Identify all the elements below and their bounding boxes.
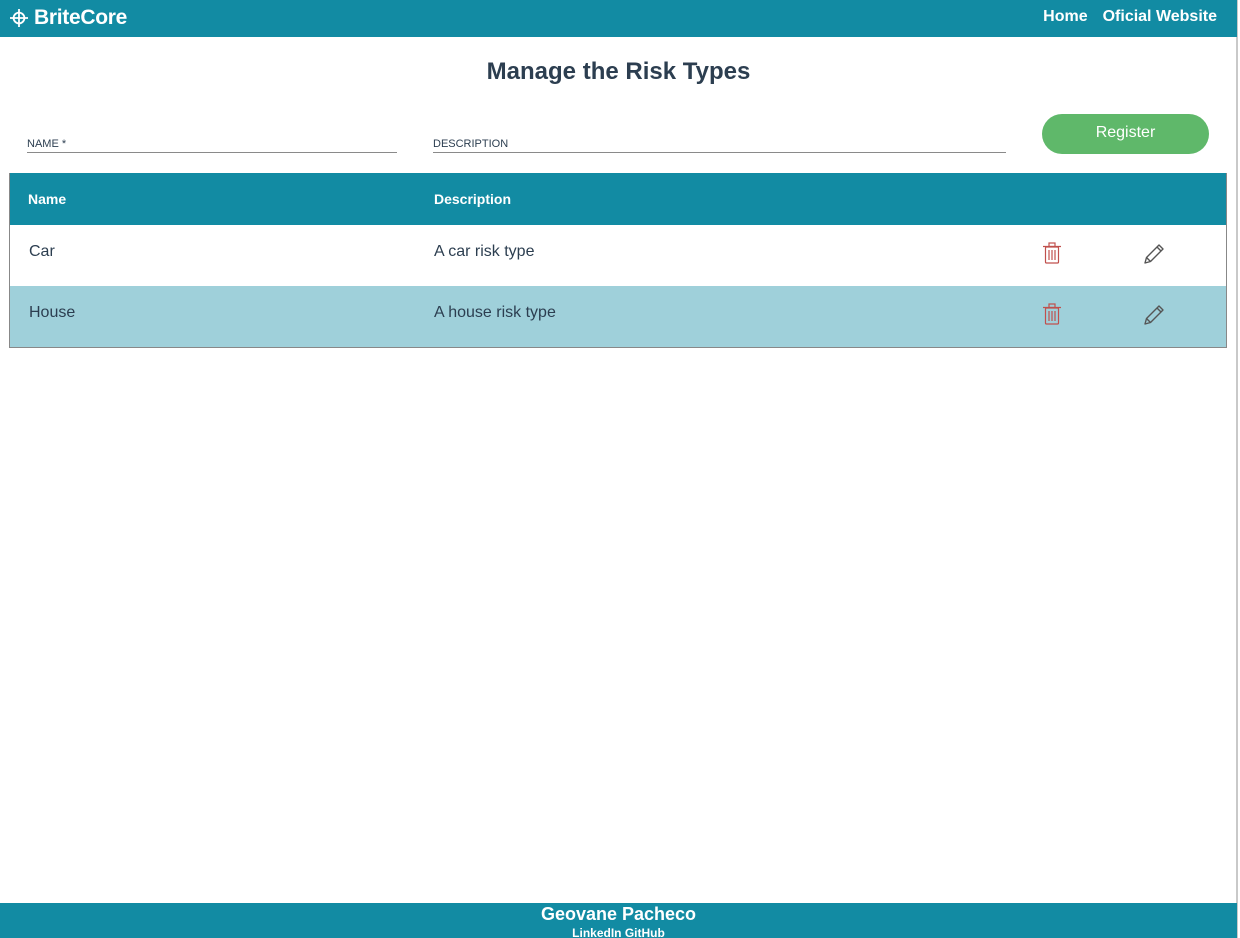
cell-description: A house risk type [434, 304, 556, 321]
cell-description: A car risk type [434, 243, 535, 260]
description-field [433, 136, 1006, 153]
risk-types-table: Name Description Car A car risk type Hou… [9, 173, 1227, 348]
trash-icon[interactable] [1042, 242, 1062, 264]
name-field [27, 136, 397, 153]
table-header: Name Description [10, 173, 1226, 225]
register-button[interactable]: Register [1042, 114, 1209, 154]
footer-author: Geovane Pacheco [540, 904, 697, 924]
page-title: Manage the Risk Types [486, 58, 751, 85]
name-input[interactable] [27, 136, 397, 152]
table-row: House A house risk type [10, 286, 1226, 347]
footer-links: LinkedIn GitHub [0, 926, 1237, 938]
footer: Geovane Pacheco LinkedIn GitHub [0, 903, 1237, 938]
table-row: Car A car risk type [10, 225, 1226, 286]
pencil-icon[interactable] [1142, 242, 1166, 266]
trash-icon[interactable] [1042, 303, 1062, 325]
top-nav: Home Oficial Website [1043, 8, 1217, 26]
cell-name: Car [29, 243, 55, 260]
linkedin-link[interactable]: LinkedIn [572, 926, 621, 938]
column-header-name: Name [28, 191, 67, 207]
brand-name: BriteCore [34, 6, 127, 29]
description-input[interactable] [433, 136, 1006, 152]
cell-name: House [29, 304, 76, 321]
crosshair-logo-icon [10, 9, 28, 27]
pencil-icon[interactable] [1142, 303, 1166, 327]
brand-logo[interactable]: BriteCore [10, 6, 127, 30]
github-link[interactable]: GitHub [625, 926, 665, 938]
nav-home-link[interactable]: Home [1043, 8, 1087, 26]
top-navbar: BriteCore Home Oficial Website [0, 0, 1237, 37]
column-header-description: Description [434, 191, 512, 207]
nav-official-website-link[interactable]: Oficial Website [1103, 8, 1217, 26]
